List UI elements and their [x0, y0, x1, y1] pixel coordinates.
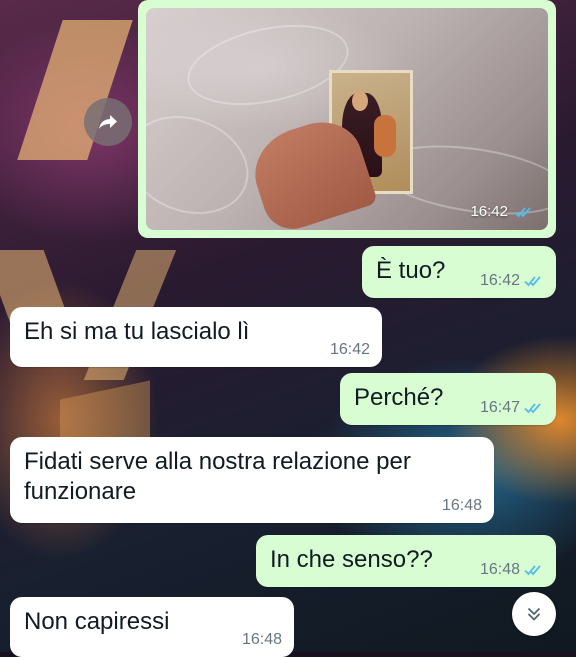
photo-detail [374, 115, 396, 157]
message-text-line: funzionare [24, 478, 137, 505]
incoming-message[interactable]: Non capiressi 16:48 [10, 597, 294, 657]
message-meta: 16:42 [330, 341, 370, 359]
double-chevron-down-icon [527, 607, 541, 621]
double-check-icon [524, 402, 544, 414]
message-time: 16:42 [470, 203, 508, 220]
message-time: 16:42 [329, 341, 370, 358]
message-meta: 16:48 [242, 631, 282, 649]
forward-button[interactable] [84, 98, 132, 146]
scroll-to-bottom-button[interactable] [512, 592, 556, 636]
photo-detail [146, 99, 263, 230]
photo-timestamp: 16:42 [470, 203, 534, 220]
photo-thumbnail[interactable]: 16:42 [146, 8, 548, 230]
message-text: Eh si ma tu lascialo lì [24, 318, 250, 345]
double-check-icon [514, 206, 534, 218]
double-check-icon [524, 275, 544, 287]
photo-detail [352, 91, 368, 111]
message-time: 16:48 [441, 497, 482, 514]
outgoing-message[interactable]: Perché? 16:47 [340, 373, 556, 425]
outgoing-message[interactable]: In che senso?? 16:48 [256, 535, 556, 587]
message-meta: 16:42 [480, 272, 544, 290]
incoming-message[interactable]: Eh si ma tu lascialo lì 16:42 [10, 307, 382, 367]
message-text-line: Fidati serve alla nostra relazione per [24, 448, 411, 475]
double-check-icon [524, 564, 544, 576]
message-time: 16:48 [479, 561, 520, 578]
message-meta: 16:48 [442, 497, 482, 515]
message-meta: 16:48 [480, 561, 544, 579]
photo-message[interactable]: 16:42 [138, 0, 556, 238]
message-time: 16:48 [241, 631, 282, 648]
message-time: 16:42 [479, 272, 520, 289]
message-time: 16:47 [479, 399, 520, 416]
message-meta: 16:47 [480, 399, 544, 417]
outgoing-message[interactable]: È tuo? 16:42 [362, 246, 556, 298]
forward-arrow-icon [99, 115, 117, 129]
incoming-message[interactable]: Fidati serve alla nostra relazione per f… [10, 437, 494, 523]
